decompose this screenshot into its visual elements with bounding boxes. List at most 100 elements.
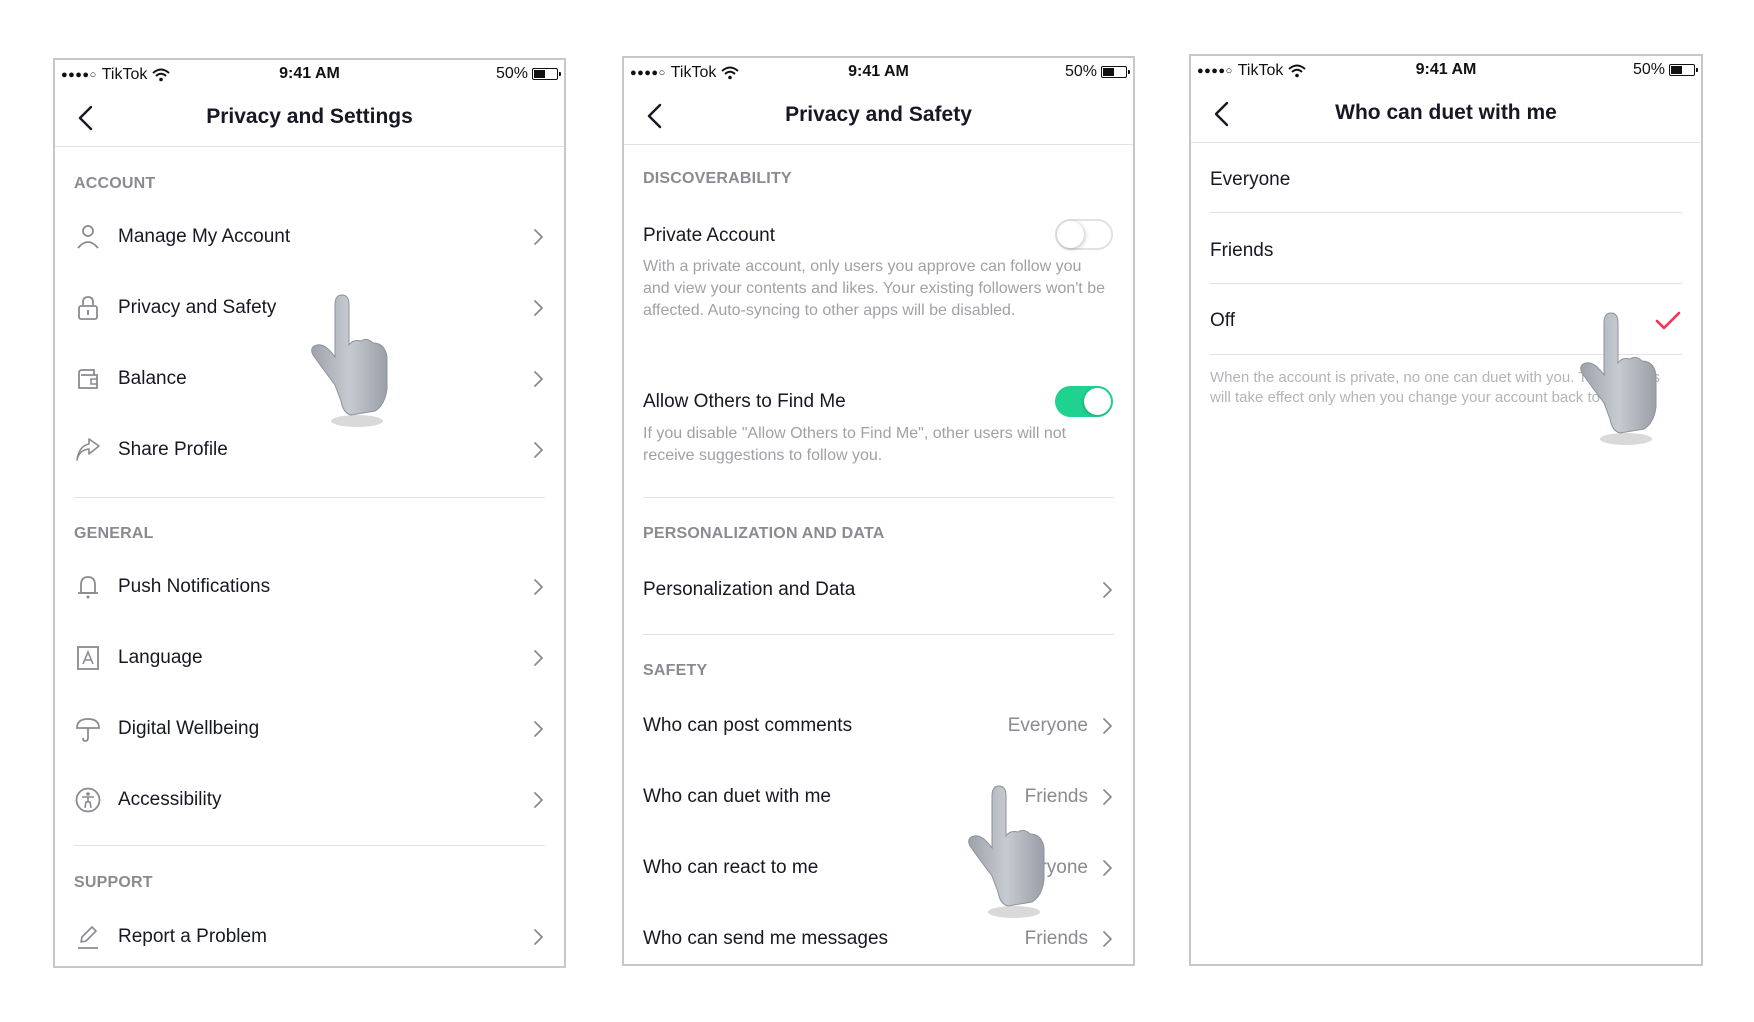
menu-item-label: Digital Wellbeing xyxy=(118,718,260,739)
menu-item-share-profile[interactable]: Share Profile xyxy=(74,430,545,470)
menu-item-label: Share Profile xyxy=(118,439,228,460)
option-friends[interactable]: Friends xyxy=(1210,231,1682,271)
privacy-safety-screen: ●●●●○ TikTok 9:41 AM 50% Privacy and Saf… xyxy=(622,56,1135,966)
setting-allow-find-me: Allow Others to Find Me xyxy=(643,382,1043,422)
menu-item-value: Everyone xyxy=(1007,857,1088,878)
page-title: Privacy and Settings xyxy=(206,105,413,128)
menu-item-digital-wellbeing[interactable]: Digital Wellbeing xyxy=(74,709,545,749)
menu-item-personalization-data[interactable]: Personalization and Data xyxy=(643,570,1114,610)
allow-find-me-toggle[interactable] xyxy=(1055,386,1113,417)
person-icon xyxy=(74,223,102,251)
chevron-right-icon xyxy=(533,720,545,738)
chevron-right-icon xyxy=(1102,859,1114,877)
chevron-right-icon xyxy=(1102,581,1114,599)
menu-item-push-notifications[interactable]: Push Notifications xyxy=(74,567,545,607)
status-bar: ●●●●○ TikTok 9:41 AM 50% xyxy=(624,58,1133,86)
clock: 9:41 AM xyxy=(279,65,340,82)
menu-item-value: Friends xyxy=(1024,928,1088,949)
menu-item-react[interactable]: Who can react to me Everyone xyxy=(643,848,1114,888)
lock-icon xyxy=(74,294,102,322)
menu-item-label: Privacy and Safety xyxy=(118,297,277,318)
menu-item-label: Manage My Account xyxy=(118,226,291,247)
private-account-description: With a private account, only users you a… xyxy=(643,258,1105,319)
menu-item-accessibility[interactable]: Accessibility xyxy=(74,780,545,820)
menu-item-label: Push Notifications xyxy=(118,576,271,597)
option-label: Friends xyxy=(1210,240,1274,261)
option-label: Everyone xyxy=(1210,169,1291,190)
option-divider xyxy=(1210,283,1682,284)
page-title: Who can duet with me xyxy=(1335,101,1557,124)
chevron-right-icon xyxy=(533,370,545,388)
section-divider xyxy=(643,497,1114,498)
allow-find-me-description: If you disable "Allow Others to Find Me"… xyxy=(643,425,1067,464)
menu-item-label: Accessibility xyxy=(118,789,222,810)
menu-item-label: Personalization and Data xyxy=(643,579,856,600)
menu-item-label: Report a Problem xyxy=(118,926,267,947)
section-header-safety: SAFETY xyxy=(643,662,708,679)
private-account-toggle[interactable] xyxy=(1055,219,1113,250)
nav-bar: Who can duet with me xyxy=(1191,84,1701,143)
battery-icon xyxy=(1101,66,1130,78)
setting-private-account: Private Account xyxy=(643,216,1043,256)
menu-item-label: Who can post comments xyxy=(643,715,853,736)
setting-label: Allow Others to Find Me xyxy=(643,391,846,412)
duet-note: When the account is private, no one can … xyxy=(1210,369,1660,406)
option-divider xyxy=(1210,354,1682,355)
checkmark-icon xyxy=(1655,311,1681,330)
menu-item-label: Who can send me messages xyxy=(643,928,889,949)
chevron-right-icon xyxy=(1102,788,1114,806)
menu-item-label: Who can react to me xyxy=(643,857,819,878)
section-header-support: SUPPORT xyxy=(74,874,153,891)
section-header-discoverability: DISCOVERABILITY xyxy=(643,170,792,187)
section-divider xyxy=(74,845,545,846)
share-icon xyxy=(74,436,102,464)
setting-label: Private Account xyxy=(643,225,776,246)
chevron-right-icon xyxy=(1102,717,1114,735)
nav-bar: Privacy and Settings xyxy=(55,88,564,147)
battery-percent: 50% xyxy=(1632,61,1665,78)
pencil-icon xyxy=(74,923,102,951)
section-header-personalization: PERSONALIZATION AND DATA xyxy=(643,525,885,542)
clock: 9:41 AM xyxy=(848,63,909,80)
battery-icon xyxy=(532,68,561,80)
option-off[interactable]: Off xyxy=(1210,301,1682,341)
bell-icon xyxy=(74,573,102,601)
section-divider xyxy=(74,497,545,498)
accessibility-icon xyxy=(74,786,102,814)
page-title: Privacy and Safety xyxy=(785,103,972,126)
menu-item-balance[interactable]: Balance xyxy=(74,359,545,399)
status-bar: ●●●●○ TikTok 9:41 AM 50% xyxy=(55,60,564,88)
battery-percent: 50% xyxy=(495,65,528,82)
menu-item-value: Friends xyxy=(1024,786,1088,807)
menu-item-post-comments[interactable]: Who can post comments Everyone xyxy=(643,706,1114,746)
clock: 9:41 AM xyxy=(1415,61,1477,78)
status-bar: ●●●●○ TikTok 9:41 AM 50% xyxy=(1191,56,1701,84)
menu-item-messages[interactable]: Who can send me messages Friends xyxy=(643,919,1114,959)
duet-settings-screen: ●●●●○ TikTok 9:41 AM 50% Who can duet wi… xyxy=(1189,54,1703,966)
chevron-right-icon xyxy=(533,928,545,946)
chevron-right-icon xyxy=(533,578,545,596)
option-everyone[interactable]: Everyone xyxy=(1210,160,1682,200)
battery-icon xyxy=(1669,64,1698,76)
menu-item-language[interactable]: Language xyxy=(74,638,545,678)
menu-item-report-problem[interactable]: Report a Problem xyxy=(74,917,545,957)
chevron-right-icon xyxy=(1102,930,1114,948)
menu-item-label: Balance xyxy=(118,368,187,389)
chevron-right-icon xyxy=(533,228,545,246)
section-header-account: ACCOUNT xyxy=(74,175,156,192)
chevron-right-icon xyxy=(533,649,545,667)
menu-item-value: Everyone xyxy=(1007,715,1088,736)
privacy-settings-screen: ●●●●○ TikTok 9:41 AM 50% Privacy and Set… xyxy=(53,58,566,968)
option-divider xyxy=(1210,212,1682,213)
menu-item-privacy-safety[interactable]: Privacy and Safety xyxy=(74,288,545,328)
nav-bar: Privacy and Safety xyxy=(624,86,1133,145)
menu-item-duet[interactable]: Who can duet with me Friends xyxy=(643,777,1114,817)
umbrella-icon xyxy=(74,715,102,743)
section-divider xyxy=(643,634,1114,635)
battery-percent: 50% xyxy=(1064,63,1097,80)
section-header-general: GENERAL xyxy=(74,525,154,542)
menu-item-label: Who can duet with me xyxy=(643,786,831,807)
chevron-right-icon xyxy=(533,791,545,809)
chevron-right-icon xyxy=(533,299,545,317)
menu-item-manage-account[interactable]: Manage My Account xyxy=(74,217,545,257)
